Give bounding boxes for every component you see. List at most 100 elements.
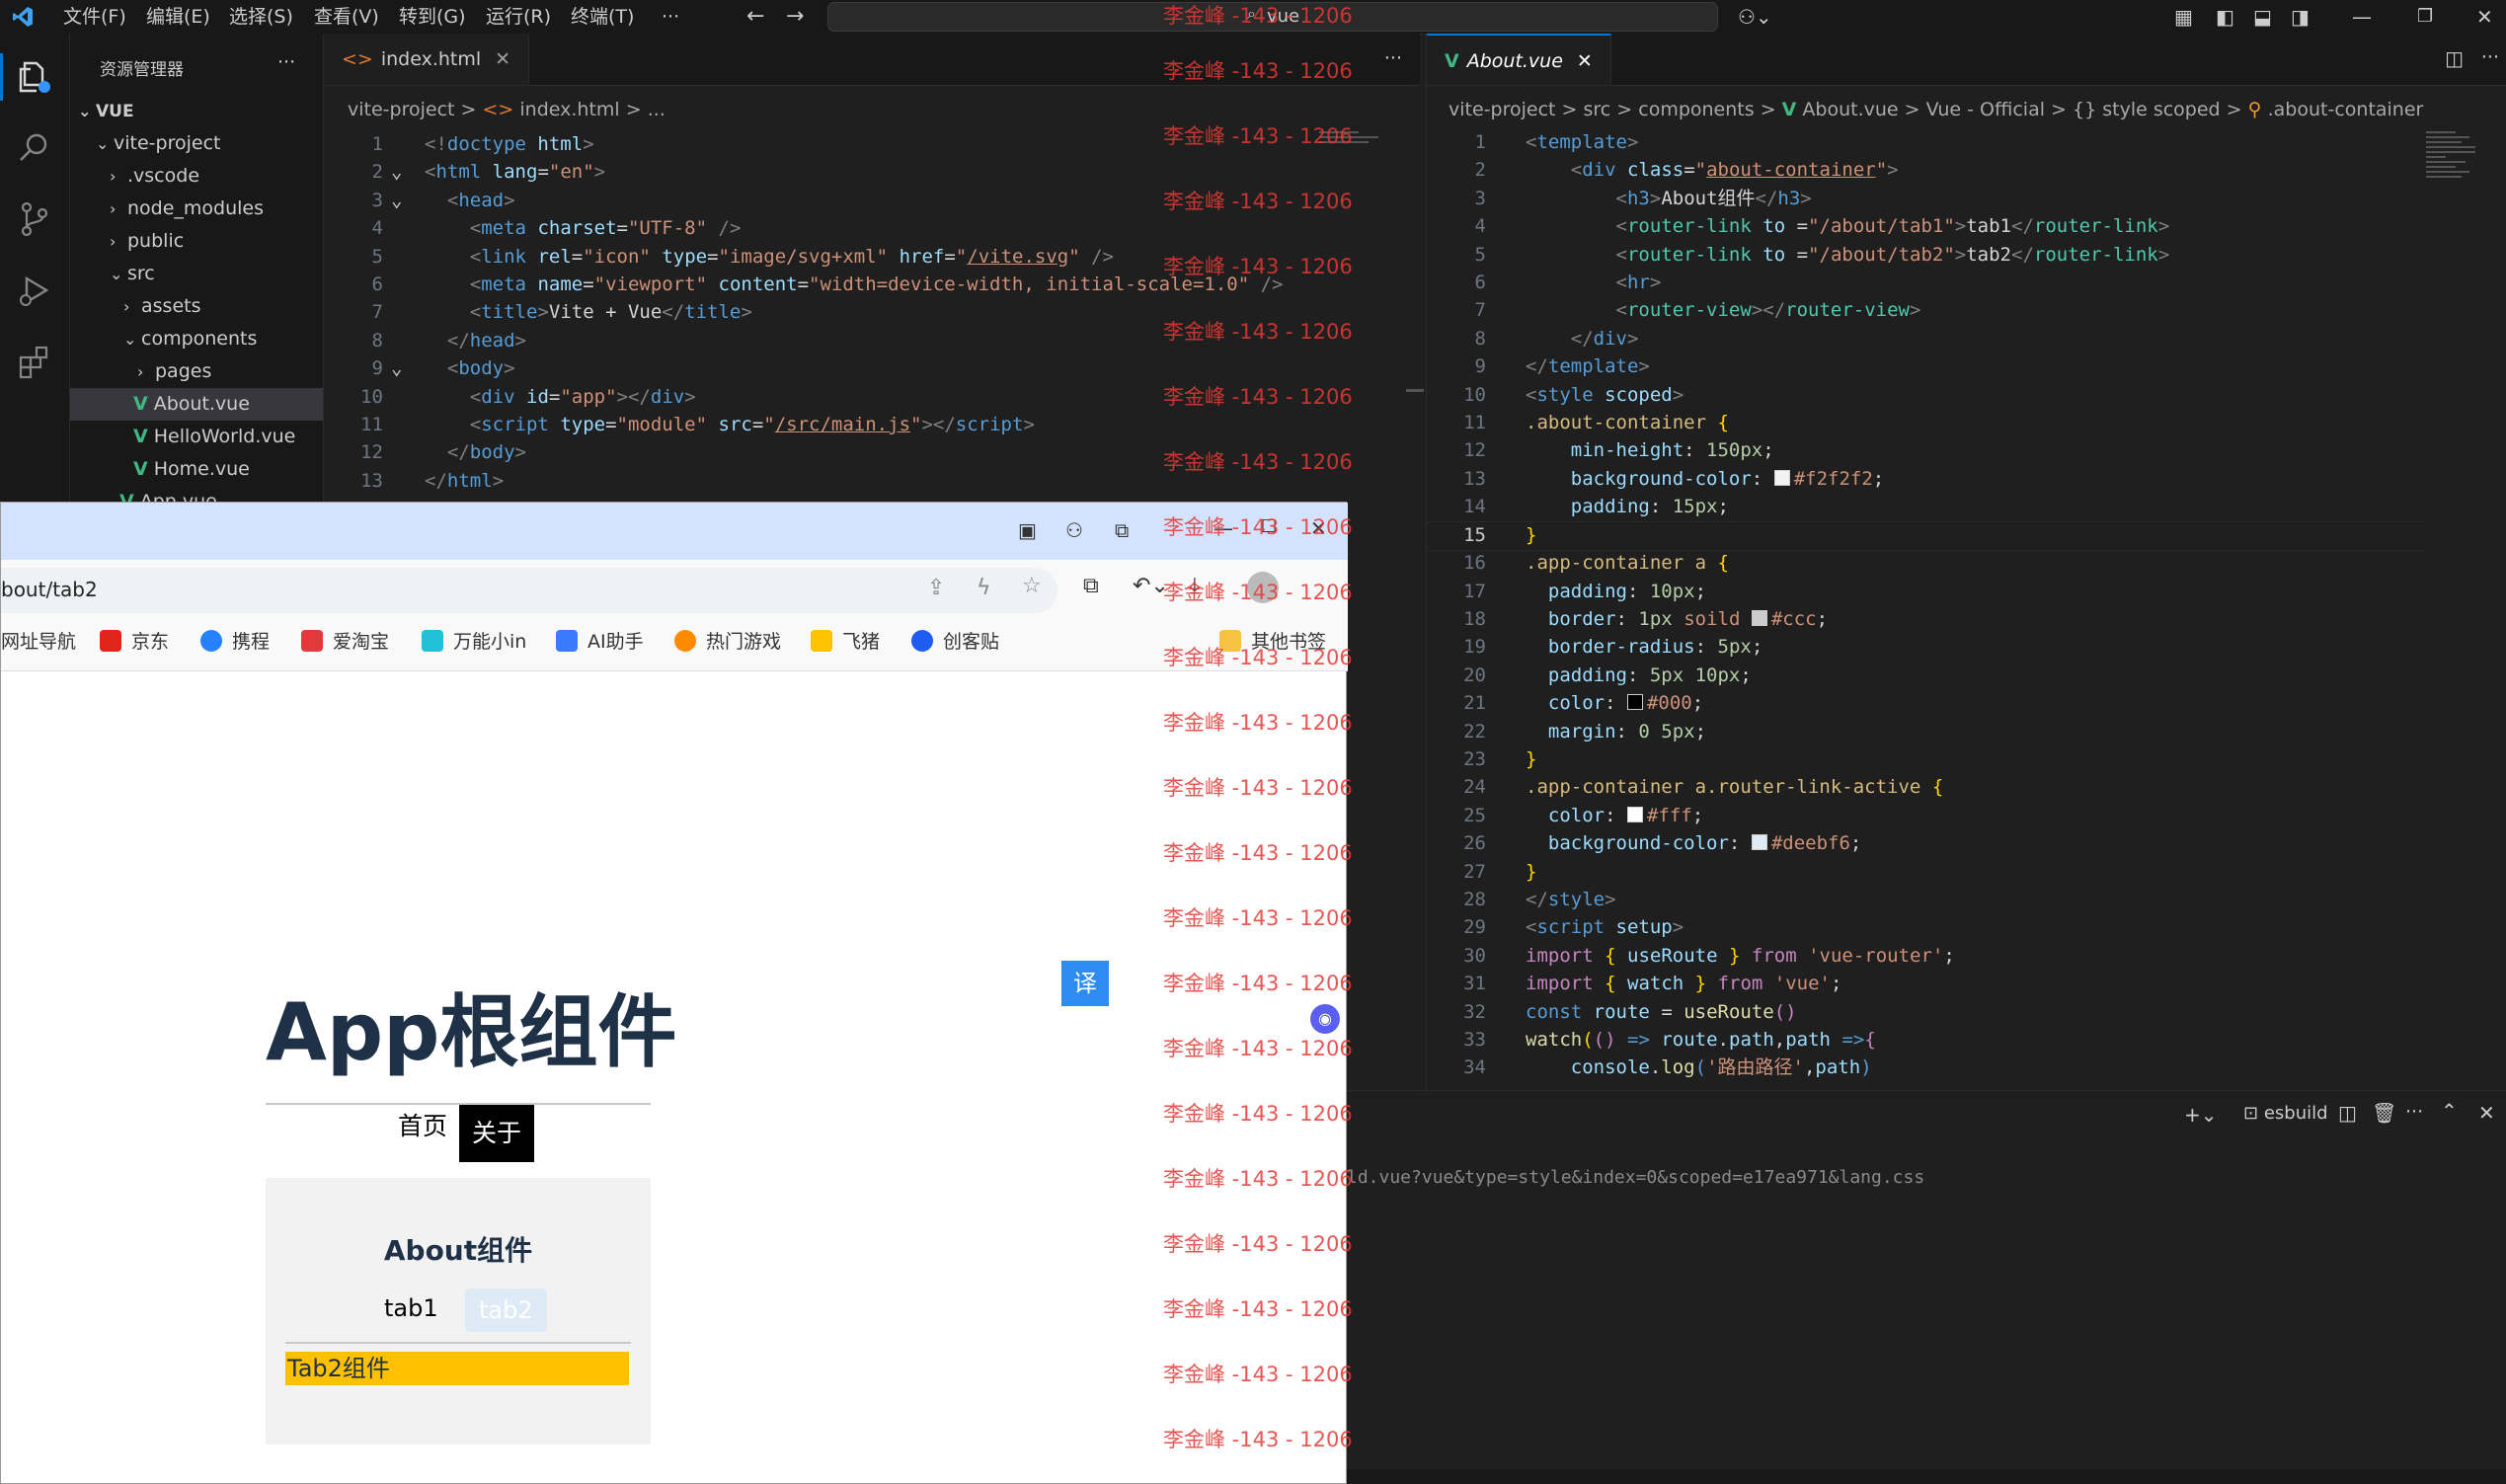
close-tab-icon[interactable]: ✕ [1577, 50, 1593, 72]
menu-selection[interactable]: 选择(S) [229, 0, 293, 34]
menu-view[interactable]: 查看(V) [314, 0, 379, 34]
bookmark-nav[interactable]: 网址导航 [1, 613, 76, 670]
source-control-icon[interactable] [15, 199, 54, 239]
tab1-link[interactable]: tab1 [372, 1289, 450, 1328]
nav-link-about[interactable]: 关于 [459, 1105, 534, 1162]
back-arrow-icon[interactable]: ← [746, 0, 764, 34]
breadcrumb-item[interactable]: .about-container [2268, 99, 2424, 120]
extensions-icon[interactable] [15, 342, 54, 381]
sidebar-toggle-icon[interactable]: ▣ [1018, 518, 1037, 542]
copilot-icon[interactable]: ⚇⌄ [1738, 0, 1772, 34]
chevron-right-icon: › [110, 167, 117, 186]
tree-file-helloworld-vue[interactable]: V HelloWorld.vue [133, 421, 295, 453]
maximize-panel-icon[interactable]: ⌃ [2441, 1099, 2458, 1123]
breadcrumb-item[interactable]: vite-project [1449, 99, 1555, 120]
terminal-shell[interactable]: ⊡ esbuild [2243, 1103, 2328, 1124]
breadcrumb-item[interactable]: {} style scoped [2073, 99, 2221, 120]
split-editor-icon[interactable]: ◫ [2445, 46, 2464, 70]
menu-go[interactable]: 转到(G) [399, 0, 466, 34]
tab-about-vue[interactable]: V About.vue ✕ [1427, 34, 1611, 85]
tree-folder-pages[interactable]: › pages [137, 355, 211, 388]
breadcrumb-item[interactable]: Vue - Official [1926, 99, 2045, 120]
code-index-html[interactable]: <!doctype html> <html lang="en"> <head> … [425, 130, 1284, 495]
layout-customize-icon[interactable]: ▦ [2174, 0, 2193, 34]
watermark: 李金峰 -143 - 1206 [1163, 646, 1353, 669]
address-bar[interactable]: bout/tab2 ⇪ ϟ ☆ [1, 568, 1057, 613]
breadcrumb-item[interactable]: ... [648, 99, 666, 120]
terminal-output[interactable]: ld.vue?vue&type=style&index=0&scoped=e17… [1347, 1164, 1924, 1192]
tree-label: Home.vue [153, 458, 250, 480]
xiaoin-icon [422, 630, 443, 652]
menu-run[interactable]: 运行(R) [486, 0, 551, 34]
watermark: 李金峰 -143 - 1206 [1163, 385, 1353, 409]
watermark: 李金峰 -143 - 1206 [1163, 124, 1353, 148]
search-icon[interactable] [15, 128, 54, 168]
toggle-secondary-sidebar-icon[interactable]: ◨ [2291, 0, 2310, 34]
new-terminal-icon[interactable]: +⌄ [2184, 1103, 2218, 1127]
star-icon[interactable]: ☆ [1022, 574, 1042, 598]
forward-arrow-icon[interactable]: → [786, 0, 804, 34]
breadcrumb-sep: > [2051, 99, 2067, 120]
nav-link-home[interactable]: 首页 [384, 1105, 461, 1148]
breadcrumb-item[interactable]: src [1583, 99, 1610, 120]
tree-folder-assets[interactable]: › assets [123, 290, 200, 323]
tree-folder-vscode[interactable]: › .vscode [110, 160, 199, 193]
incognito-icon[interactable]: ⚇ [1065, 518, 1083, 542]
close-panel-icon[interactable]: ✕ [2478, 1101, 2495, 1125]
breadcrumb-item[interactable]: About.vue [1802, 99, 1898, 120]
breadcrumb-item[interactable]: components [1638, 99, 1754, 120]
tree-folder-public[interactable]: › public [110, 225, 184, 258]
kill-terminal-icon[interactable]: 🗑 [2372, 1101, 2396, 1125]
tree-folder-node-modules[interactable]: › node_modules [110, 193, 264, 225]
bookmark-ai-assistant[interactable]: AI助手 [556, 613, 644, 670]
line-numbers: 1 2 3 4 5 6 7 8 9 10 11 12 13 14 15 16 17 18 19 20 21 22 23 24 2… [1463, 131, 1486, 1079]
share-icon[interactable]: ⇪ [927, 576, 945, 600]
minimap[interactable] [2426, 128, 2485, 247]
menu-terminal[interactable]: 终端(T) [571, 0, 634, 34]
restore-icon[interactable]: ❐ [2417, 0, 2433, 34]
sidebar-more-button[interactable]: ··· [277, 51, 295, 73]
extension-puzzle-icon[interactable]: ⧉ [1115, 518, 1129, 542]
breadcrumb-item[interactable]: vite-project [348, 99, 454, 120]
tree-file-home-vue[interactable]: V Home.vue [133, 453, 250, 486]
run-debug-icon[interactable] [15, 271, 54, 310]
toggle-sidebar-icon[interactable]: ◧ [2216, 0, 2234, 34]
bookmark-jd[interactable]: 京东 [100, 613, 169, 670]
bookmark-chuangketie[interactable]: 创客贴 [911, 613, 999, 670]
menu-file[interactable]: 文件(F) [63, 0, 126, 34]
breadcrumb-item[interactable]: index.html [519, 99, 619, 120]
breadcrumb-sep: > [625, 99, 642, 120]
tree-folder-components[interactable]: ⌄ components [123, 323, 257, 355]
editor-more-button[interactable]: ··· [2481, 46, 2499, 68]
toggle-panel-icon[interactable]: ⬓ [2253, 0, 2272, 34]
extensions-icon[interactable]: ⧉ [1083, 574, 1099, 598]
panel-more-button[interactable]: ··· [2405, 1101, 2423, 1123]
translate-badge[interactable]: 译 [1061, 961, 1109, 1006]
tree-file-about-vue[interactable]: V About.vue [70, 388, 323, 421]
tree-folder-src[interactable]: ⌄ src [110, 258, 155, 290]
bookmark-ctrip[interactable]: 携程 [200, 613, 270, 670]
tab-index-html[interactable]: <> index.html ✕ [324, 34, 530, 85]
lightning-icon[interactable]: ϟ [977, 576, 991, 600]
close-tab-icon[interactable]: ✕ [495, 48, 510, 70]
tree-label: src [127, 263, 155, 284]
menu-more[interactable]: ··· [662, 0, 679, 34]
minimize-icon[interactable]: — [2352, 0, 2372, 34]
bookmark-label: 网址导航 [1, 631, 77, 653]
bookmark-hot-games[interactable]: 热门游戏 [674, 613, 781, 670]
code-about-vue[interactable]: <template> <div class="about-container">… [1526, 128, 2169, 1082]
close-window-icon[interactable]: ✕ [2476, 0, 2493, 34]
split-terminal-icon[interactable]: ◫ [2338, 1101, 2357, 1125]
terminal-panel: +⌄ ⊡ esbuild ◫ 🗑 ··· ⌃ ✕ ld.vue?vue&type… [1347, 1090, 2506, 1476]
tree-folder-vite-project[interactable]: ⌄ vite-project [96, 127, 220, 160]
tab2-link[interactable]: tab2 [465, 1289, 547, 1332]
workspace-root[interactable]: ⌄ VUE [78, 95, 134, 127]
bookmark-aitaobao[interactable]: 爱淘宝 [301, 613, 389, 670]
translate-float-icon[interactable]: ◉ [1310, 1004, 1340, 1034]
sash[interactable] [1406, 389, 1424, 392]
menu-edit[interactable]: 编辑(E) [146, 0, 210, 34]
explorer-icon[interactable] [15, 57, 54, 97]
editor-more-button[interactable]: ··· [1384, 47, 1402, 69]
bookmark-wannengxiaoin[interactable]: 万能小in [422, 613, 526, 670]
bookmark-fliggy[interactable]: 飞猪 [811, 613, 880, 670]
